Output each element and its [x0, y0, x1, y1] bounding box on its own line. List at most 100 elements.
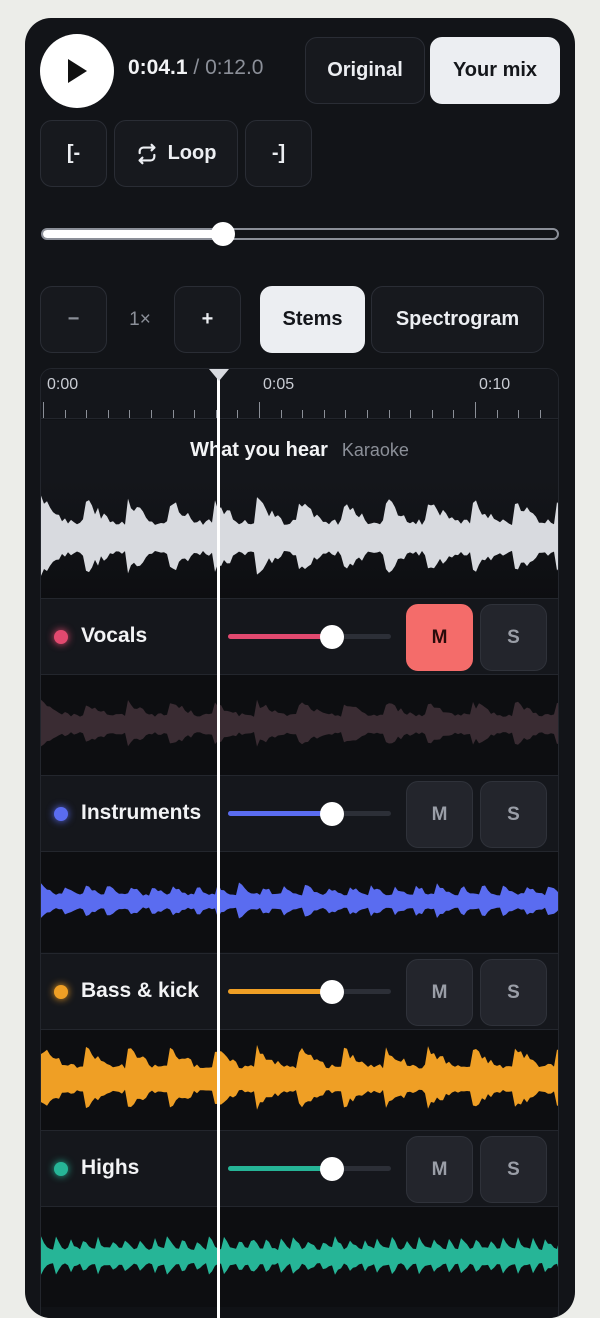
- ruler-tick: [86, 410, 88, 418]
- stem-color-dot: [54, 985, 68, 999]
- waveform-shape: [41, 699, 558, 747]
- your-mix-button[interactable]: Your mix: [430, 37, 560, 104]
- stem-name: Highs: [81, 1156, 140, 1179]
- stem-solo-button[interactable]: S: [480, 604, 547, 671]
- zoom-in-button[interactable]: +: [174, 286, 241, 353]
- stem-color-dot: [54, 1162, 68, 1176]
- stem-mute-button[interactable]: M: [406, 1136, 473, 1203]
- stem-volume-fill: [228, 811, 333, 816]
- stem-waveform: [41, 1044, 558, 1110]
- ruler-tick: [367, 410, 368, 418]
- ruler-tick: [172, 410, 174, 418]
- ruler-tick: [151, 410, 152, 418]
- ruler-tick: [43, 402, 44, 418]
- stem-volume-handle[interactable]: [320, 624, 345, 649]
- waveform-shape: [41, 495, 558, 576]
- stem-waveform: [41, 882, 558, 919]
- loop-label: Loop: [167, 142, 217, 164]
- current-time: 0:04.1: [128, 56, 188, 79]
- play-button[interactable]: [40, 34, 114, 108]
- stem-volume-slider[interactable]: [228, 1156, 391, 1181]
- stem-volume-handle[interactable]: [320, 979, 345, 1004]
- playhead[interactable]: [217, 369, 220, 1318]
- playhead-marker-icon[interactable]: [209, 369, 229, 381]
- stem-mute-button[interactable]: M: [406, 604, 473, 671]
- stem-row-1: Instruments M S: [41, 775, 558, 852]
- stem-mute-button[interactable]: M: [406, 781, 473, 848]
- ruler-tick: [107, 410, 109, 418]
- ruler-tick: [129, 410, 131, 418]
- stem-row-0: Vocals M S: [41, 598, 558, 675]
- timeline-panel[interactable]: 0:00 0:05 0:10 What you hear Karaoke Voc…: [40, 368, 559, 1318]
- stem-waveform-lane-3: [41, 1207, 558, 1307]
- stem-solo-button[interactable]: S: [480, 1136, 547, 1203]
- waveform-shape: [41, 882, 558, 919]
- ruler-tick: [64, 410, 66, 418]
- stem-name: Vocals: [81, 624, 148, 647]
- ruler-tick: [280, 410, 282, 418]
- stem-solo-button[interactable]: S: [480, 959, 547, 1026]
- zoom-level: 1×: [129, 309, 151, 330]
- mix-track-subtitle: Karaoke: [341, 439, 409, 460]
- stem-volume-slider[interactable]: [228, 801, 391, 826]
- mix-waveform: [41, 495, 558, 576]
- ruler-tick: [259, 402, 260, 418]
- stem-waveform-lane-0: [41, 675, 558, 775]
- stem-color-dot: [54, 630, 68, 644]
- stem-volume-slider[interactable]: [228, 979, 391, 1004]
- waveform-shape: [41, 1044, 558, 1110]
- ruler-tick: [345, 410, 347, 418]
- waveform-shape: [41, 1236, 558, 1275]
- stem-name: Instruments: [81, 801, 202, 824]
- ruler-label-5: 0:05: [263, 376, 295, 393]
- set-loop-end-button[interactable]: -]: [245, 120, 312, 187]
- stem-mute-button[interactable]: M: [406, 959, 473, 1026]
- stem-row-2: Bass & kick M S: [41, 953, 558, 1030]
- stem-name: Bass & kick: [81, 979, 199, 1002]
- time-ruler[interactable]: 0:00 0:05 0:10: [41, 369, 558, 419]
- stem-volume-fill: [228, 989, 333, 994]
- seek-bar-handle[interactable]: [210, 222, 235, 246]
- loop-button[interactable]: Loop: [114, 120, 238, 187]
- mix-track-title: What you hear: [190, 438, 328, 461]
- set-loop-start-button[interactable]: [-: [40, 120, 107, 187]
- player-card: 0:04.1 / 0:12.0 Original Your mix [- Loo…: [25, 18, 575, 1318]
- ruler-tick: [237, 410, 239, 418]
- play-icon: [68, 59, 87, 83]
- spectrogram-view-button[interactable]: Spectrogram: [371, 286, 544, 353]
- ruler-tick: [410, 410, 412, 418]
- ruler-tick: [388, 410, 390, 418]
- stem-waveform: [41, 699, 558, 747]
- time-separator: /: [193, 56, 200, 79]
- mix-waveform-lane: [41, 480, 558, 598]
- ruler-tick: [475, 402, 476, 418]
- original-button[interactable]: Original: [305, 37, 425, 104]
- stems-view-button[interactable]: Stems: [260, 286, 365, 353]
- ruler-tick: [496, 410, 498, 418]
- loop-icon: [138, 143, 155, 164]
- ruler-tick: [539, 410, 541, 418]
- stem-volume-fill: [228, 634, 333, 639]
- total-time: 0:12.0: [205, 56, 264, 79]
- stem-volume-handle[interactable]: [320, 801, 345, 826]
- ruler-tick: [323, 410, 325, 418]
- ruler-tick: [518, 410, 520, 418]
- ruler-tick: [431, 410, 433, 418]
- seek-bar-fill: [43, 230, 223, 238]
- stem-volume-handle[interactable]: [320, 1156, 345, 1181]
- stem-waveform-lane-1: [41, 852, 558, 952]
- stem-solo-button[interactable]: S: [480, 781, 547, 848]
- stem-row-3: Highs M S: [41, 1130, 558, 1207]
- zoom-out-button[interactable]: −: [40, 286, 107, 353]
- stem-volume-slider[interactable]: [228, 624, 391, 649]
- ruler-tick: [302, 410, 304, 418]
- ruler-label-10: 0:10: [479, 376, 511, 393]
- seek-bar[interactable]: [41, 222, 559, 246]
- mix-track-header: What you hear Karaoke: [41, 420, 558, 480]
- ruler-tick: [453, 410, 455, 418]
- stem-color-dot: [54, 807, 68, 821]
- stem-volume-fill: [228, 1166, 333, 1171]
- ruler-tick: [194, 410, 196, 418]
- stem-waveform-lane-2: [41, 1030, 558, 1130]
- stem-waveform: [41, 1236, 558, 1275]
